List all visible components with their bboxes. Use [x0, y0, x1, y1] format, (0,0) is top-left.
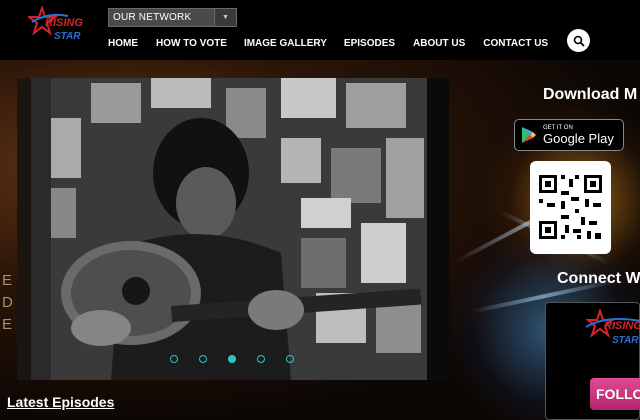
- slider-next-slide[interactable]: [427, 78, 449, 380]
- logo-text-star: STAR: [54, 31, 81, 42]
- download-app-heading: Download M: [543, 86, 638, 103]
- google-play-badge[interactable]: GET IT ON Google Play: [514, 119, 624, 151]
- qr-code-image: [539, 175, 602, 239]
- nav-contact-us[interactable]: CONTACT US: [483, 38, 548, 49]
- slider-prev-slide[interactable]: [17, 78, 31, 380]
- hero-slider[interactable]: [17, 78, 449, 380]
- rising-star-card-logo: RISING STAR: [585, 307, 640, 346]
- nav-how-to-vote[interactable]: HOW TO VOTE: [156, 38, 227, 49]
- google-play-big-text: Google Play: [543, 131, 614, 146]
- connect-with-heading: Connect W: [557, 270, 640, 287]
- our-network-select[interactable]: OUR NETWORK ▼: [108, 8, 237, 27]
- rising-star-logo[interactable]: RISING STAR: [28, 6, 86, 44]
- slider-dots: [170, 355, 294, 363]
- card-logo-text-star: STAR: [612, 335, 639, 346]
- main-nav: HOME HOW TO VOTE IMAGE GALLERY EPISODES …: [108, 38, 548, 49]
- nav-about-us[interactable]: ABOUT US: [413, 38, 465, 49]
- slider-dot-2[interactable]: [199, 355, 207, 363]
- slider-dot-1[interactable]: [170, 355, 178, 363]
- qr-code: [530, 161, 611, 254]
- logo-text-rising: RISING: [45, 17, 83, 29]
- slider-edge-text: EDE: [2, 272, 13, 333]
- follow-button[interactable]: FOLLOW: [590, 378, 640, 410]
- search-icon: [573, 35, 585, 47]
- latest-episodes-link[interactable]: Latest Episodes: [7, 394, 114, 410]
- chevron-down-icon[interactable]: ▼: [214, 9, 236, 26]
- nav-home[interactable]: HOME: [108, 38, 138, 49]
- nav-image-gallery[interactable]: IMAGE GALLERY: [244, 38, 327, 49]
- guitarist-photo: [31, 78, 427, 380]
- slider-dot-3[interactable]: [228, 355, 236, 363]
- search-button[interactable]: [567, 29, 590, 52]
- card-logo-text-rising: RISING: [604, 320, 640, 332]
- site-header: RISING STAR OUR NETWORK ▼ HOME HOW TO VO…: [0, 0, 640, 60]
- google-play-icon: [522, 127, 536, 143]
- slide-image-guitarist: [31, 78, 427, 380]
- network-select-value: OUR NETWORK: [113, 12, 192, 23]
- slider-dot-4[interactable]: [257, 355, 265, 363]
- nav-episodes[interactable]: EPISODES: [344, 38, 395, 49]
- slider-dot-5[interactable]: [286, 355, 294, 363]
